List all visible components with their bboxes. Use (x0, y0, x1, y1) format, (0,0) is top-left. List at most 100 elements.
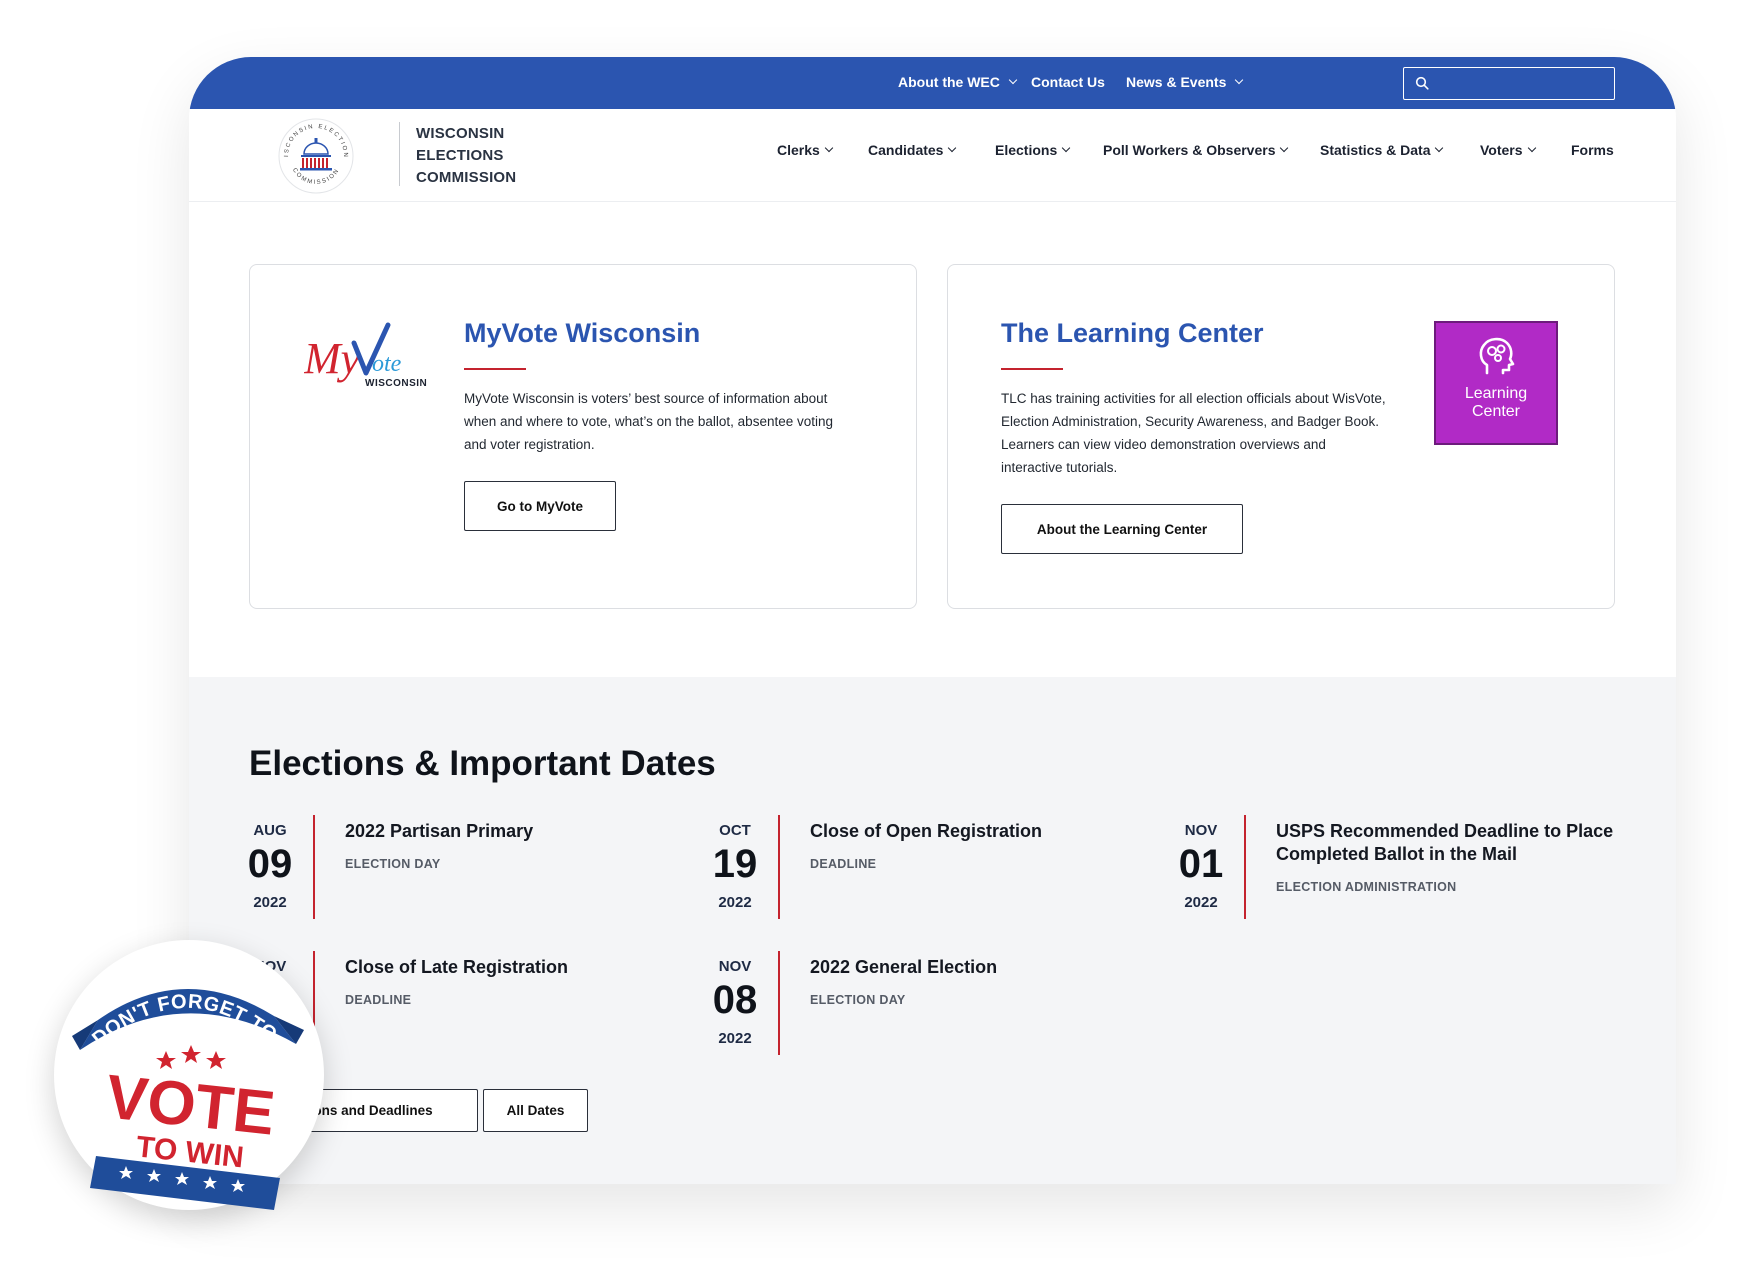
nav-elections-label: Elections (995, 142, 1058, 158)
event-info: Close of Open Registration DEADLINE (810, 820, 1150, 876)
chevron-down-icon (1435, 143, 1444, 153)
myvote-card: My ote WISCONSIN MyVote Wisconsin MyVote… (249, 264, 917, 609)
event-day: 09 (247, 842, 293, 886)
nav-forms-label: Forms (1571, 142, 1614, 158)
search-box (1403, 67, 1615, 100)
event-type: ELECTION DAY (810, 993, 906, 1007)
event-date: AUG 09 2022 (245, 815, 295, 912)
chevron-down-icon (948, 143, 957, 153)
vote-badge-graphic: DON'T FORGET TO VOTE TO WIN (72, 988, 304, 1210)
nav-elections[interactable]: Elections (995, 142, 1071, 158)
event-type: ELECTION ADMINISTRATION (1276, 880, 1457, 894)
util-about-label: About the WEC (898, 74, 1000, 90)
tlc-title: The Learning Center (1001, 318, 1264, 348)
nav-poll-workers[interactable]: Poll Workers & Observers (1103, 142, 1289, 158)
nav-statistics[interactable]: Statistics & Data (1320, 142, 1444, 158)
event-year: 2022 (253, 894, 287, 911)
badge-ribbon-text: DON'T FORGET TO (88, 991, 281, 1051)
event-item[interactable]: NOV 08 2022 2022 General Election ELECTI… (710, 951, 1170, 1061)
svg-text:DON'T FORGET TO: DON'T FORGET TO (88, 991, 281, 1051)
chevron-down-icon (1527, 143, 1536, 153)
search-input[interactable] (1438, 71, 1608, 95)
event-divider (1244, 815, 1246, 919)
chevron-down-icon (1062, 143, 1071, 153)
util-about-link[interactable]: About the WEC (898, 74, 1018, 90)
event-day: 08 (712, 978, 758, 1022)
all-dates-button[interactable]: All Dates (483, 1089, 588, 1132)
brand-line-1: WISCONSIN (416, 125, 505, 142)
go-to-myvote-button[interactable]: Go to MyVote (464, 481, 616, 531)
event-info: USPS Recommended Deadline to Place Compl… (1276, 820, 1616, 899)
event-divider (778, 815, 780, 919)
event-month: NOV (718, 958, 752, 975)
util-news-label: News & Events (1126, 74, 1227, 90)
event-year: 2022 (718, 1030, 752, 1047)
brand-divider (399, 122, 400, 186)
star-icon (156, 1045, 226, 1069)
nav-candidates[interactable]: Candidates (868, 142, 957, 158)
myvote-logo[interactable]: My ote WISCONSIN (304, 321, 430, 397)
event-title[interactable]: Close of Open Registration (810, 820, 1150, 843)
event-month: OCT (719, 822, 751, 839)
nav-candidates-label: Candidates (868, 142, 944, 158)
event-info: 2022 General Election ELECTION DAY (810, 956, 1150, 1012)
event-item[interactable]: AUG 09 2022 2022 Partisan Primary ELECTI… (245, 815, 705, 925)
elections-section-title: Elections & Important Dates (249, 744, 716, 783)
brain-head-icon (1479, 337, 1515, 375)
util-contact-link[interactable]: Contact Us (1031, 74, 1105, 90)
wec-seal-logo[interactable]: WISCONSIN ELECTIONS COMMISSION (277, 117, 355, 195)
util-contact-label: Contact Us (1031, 74, 1105, 90)
event-type: DEADLINE (345, 993, 412, 1007)
chevron-down-icon (1280, 143, 1289, 153)
event-day: 01 (1178, 842, 1224, 886)
tlc-description: TLC has training activities for all elec… (1001, 391, 1386, 475)
learning-center-card: The Learning Center TLC has training act… (947, 264, 1615, 609)
event-month: AUG (253, 822, 287, 839)
myvote-title-rule (464, 368, 526, 370)
event-type: DEADLINE (810, 857, 877, 871)
nav-voters-label: Voters (1480, 142, 1523, 158)
nav-clerks-label: Clerks (777, 142, 820, 158)
event-type: ELECTION DAY (345, 857, 441, 871)
learning-center-tile-label: Learning Center (1465, 385, 1527, 421)
myvote-title: MyVote Wisconsin (464, 318, 701, 348)
tlc-title-rule (1001, 368, 1063, 370)
event-title[interactable]: USPS Recommended Deadline to Place Compl… (1276, 820, 1616, 866)
event-day: 19 (712, 842, 758, 886)
event-divider (313, 815, 315, 919)
event-date: NOV 08 2022 (710, 951, 760, 1048)
event-info: Close of Late Registration DEADLINE (345, 956, 685, 1012)
event-date: OCT 19 2022 (710, 815, 760, 912)
nav-poll-label: Poll Workers & Observers (1103, 142, 1276, 158)
event-item[interactable]: NOV 01 2022 USPS Recommended Deadline to… (1176, 815, 1636, 925)
nav-stats-label: Statistics & Data (1320, 142, 1431, 158)
search-icon[interactable] (1415, 76, 1429, 90)
vote-badge: DON'T FORGET TO VOTE TO WIN (54, 940, 324, 1210)
brand-name[interactable]: WISCONSIN ELECTIONS COMMISSION (416, 123, 516, 189)
event-title[interactable]: Close of Late Registration (345, 956, 685, 979)
event-title[interactable]: 2022 Partisan Primary (345, 820, 685, 843)
utility-bar: About the WEC Contact Us News & Events (189, 57, 1676, 109)
chevron-down-icon (1235, 75, 1244, 85)
nav-clerks[interactable]: Clerks (777, 142, 834, 158)
event-month: NOV (1184, 822, 1218, 839)
event-divider (778, 951, 780, 1055)
brand-line-2: ELECTIONS (416, 147, 504, 164)
site-header: WISCONSIN ELECTIONS COMMISSION WISCONSIN… (189, 109, 1676, 202)
event-info: 2022 Partisan Primary ELECTION DAY (345, 820, 685, 876)
event-year: 2022 (1184, 894, 1218, 911)
nav-forms[interactable]: Forms (1571, 142, 1614, 158)
tile-line-1: Learning (1464, 385, 1528, 402)
event-year: 2022 (718, 894, 752, 911)
myvote-logo-sub: WISCONSIN (365, 378, 427, 389)
nav-voters[interactable]: Voters (1480, 142, 1536, 158)
event-item[interactable]: OCT 19 2022 Close of Open Registration D… (710, 815, 1170, 925)
chevron-down-icon (824, 143, 834, 153)
chevron-down-icon (1008, 75, 1018, 85)
event-title[interactable]: 2022 General Election (810, 956, 1150, 979)
brand-line-3: COMMISSION (416, 169, 517, 186)
browser-window: About the WEC Contact Us News & Events W… (189, 57, 1676, 1184)
learning-center-tile[interactable]: Learning Center (1434, 321, 1558, 445)
util-news-link[interactable]: News & Events (1126, 74, 1244, 90)
about-learning-center-button[interactable]: About the Learning Center (1001, 504, 1243, 554)
